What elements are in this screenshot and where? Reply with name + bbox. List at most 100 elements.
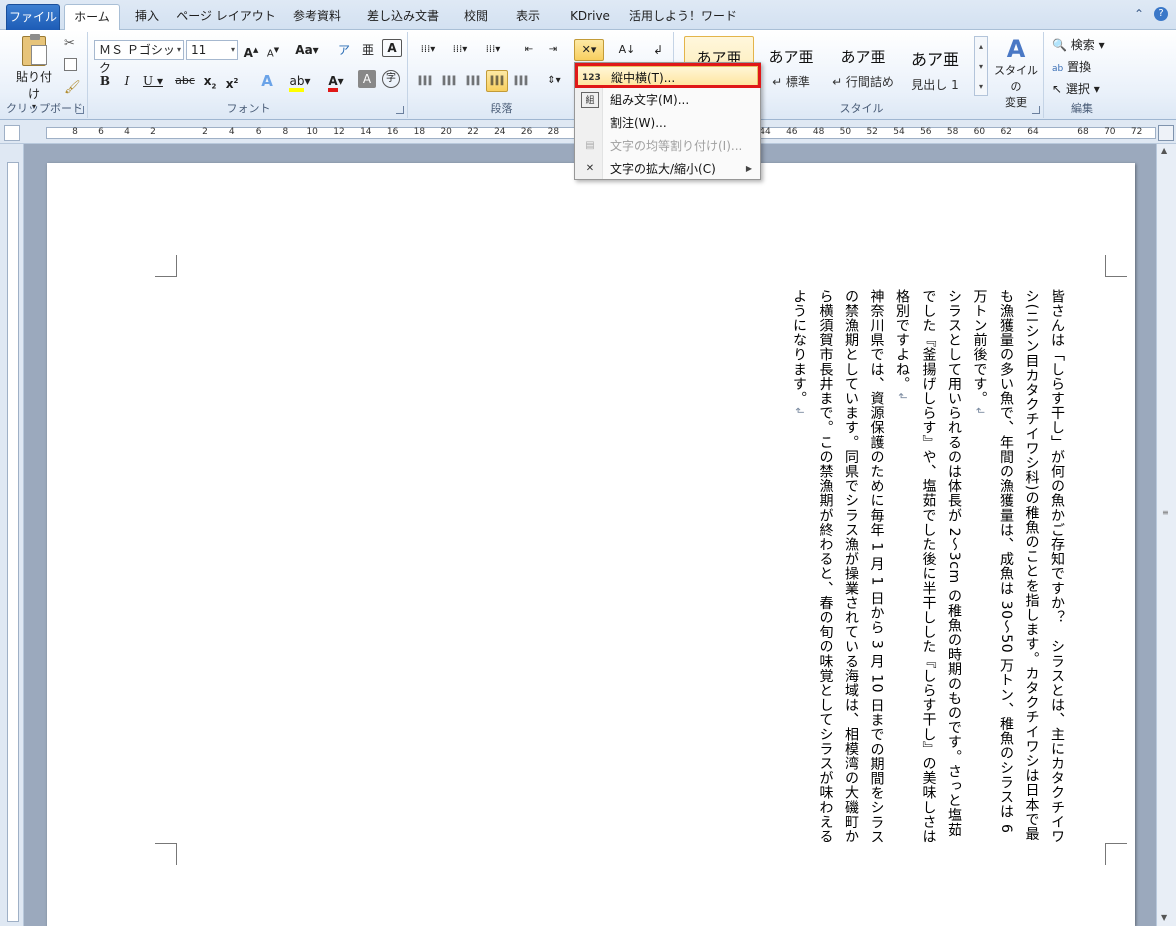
bullets-icon[interactable]: ⁞⁞⁞▾ <box>414 39 442 61</box>
align-center-icon[interactable]: ‖‖‖ <box>438 70 460 92</box>
text-effects-icon[interactable]: A <box>256 70 278 92</box>
scroll-thumb[interactable]: ≡ <box>1162 508 1169 517</box>
tab-mailings[interactable]: 差し込み文書 <box>360 4 446 30</box>
copy-icon[interactable] <box>64 58 77 71</box>
shrink-font-icon[interactable]: A▼ <box>264 39 282 61</box>
scroll-up-arrow-icon[interactable]: ▲ <box>1161 146 1167 155</box>
multilevel-list-icon[interactable]: ⁞⁞⁞▾ <box>478 39 508 61</box>
tab-insert[interactable]: 挿入 <box>126 4 168 30</box>
format-painter-icon[interactable]: 🖌 <box>64 80 81 95</box>
ruler-tab-selector[interactable] <box>4 125 20 141</box>
menu-item-label: 文字の拡大/縮小(C) <box>610 162 716 176</box>
paragraph: 神奈川県では、資源保護のために毎年 1 月 1 日から 3 月 10 日までの期… <box>786 289 889 849</box>
font-size-combo[interactable]: 11 ▾ <box>186 40 238 60</box>
underline-icon[interactable]: U ▾ <box>140 70 166 92</box>
superscript-icon[interactable]: x2 <box>222 70 242 92</box>
ruler-number: 56 <box>920 127 932 137</box>
enclose-character-icon[interactable]: 字 <box>382 70 400 88</box>
justify-icon[interactable]: ‖‖‖ <box>486 70 508 92</box>
ruler-number: 16 <box>386 127 399 137</box>
ruler-number: 68 <box>1077 127 1089 137</box>
numbering-icon[interactable]: ⁞⁞⁞▾ <box>446 39 474 61</box>
menu-item-kumimoji[interactable]: 組 組み文字(M)... <box>577 89 758 111</box>
ruler-number: 28 <box>547 127 560 137</box>
show-marks-icon[interactable]: ↲ <box>648 39 668 61</box>
sort-icon[interactable]: A↓ <box>616 39 638 61</box>
cut-icon[interactable]: ✂ <box>64 36 75 51</box>
menu-item-label: 組み文字(M)... <box>610 93 690 107</box>
paste-button[interactable]: 貼り付け ▾ <box>12 34 56 111</box>
ruler-number: 4 <box>228 127 235 137</box>
paste-icon <box>22 34 47 66</box>
styles-launcher[interactable] <box>1032 106 1040 114</box>
vertical-body-text[interactable]: 皆さんは「しらす干し」が何の魚かご存知ですか？ シラスとは、主にカタクチイワシ(… <box>786 289 1070 849</box>
menu-item-scale[interactable]: ✕ 文字の拡大/縮小(C) ▶ <box>577 158 758 180</box>
replace-label: 置換 <box>1067 60 1092 74</box>
tab-view[interactable]: 表示 <box>508 4 548 30</box>
highlight-icon[interactable]: ab▾ <box>286 70 314 92</box>
crop-mark-bottom-left <box>155 843 177 865</box>
phonetic-guide-icon[interactable]: 亜 <box>358 39 378 61</box>
font-name-combo[interactable]: ＭＳ Ｐゴシック ▾ <box>94 40 184 75</box>
style-item-no-spacing[interactable]: あア亜 ↵ 行間詰め <box>828 36 898 96</box>
kumimoji-icon: 組 <box>581 92 599 108</box>
replace-button[interactable]: ab 置換 <box>1052 58 1091 75</box>
increase-indent-icon[interactable]: ⇥ <box>542 39 564 61</box>
help-icon[interactable]: ? <box>1154 7 1168 21</box>
align-right-icon[interactable]: ‖‖‖ <box>462 70 484 92</box>
italic-icon[interactable]: I <box>118 70 136 92</box>
decrease-indent-icon[interactable]: ⇤ <box>518 39 540 61</box>
text-direction-icon[interactable]: ✕▾ <box>574 39 604 61</box>
font-size-value: 11 <box>191 43 207 57</box>
scroll-down-arrow-icon[interactable]: ▼ <box>1161 913 1167 922</box>
distributed-icon[interactable]: ‖‖‖ <box>510 70 532 92</box>
style-item-heading1[interactable]: あア亜 見出し 1 <box>900 36 970 96</box>
line-spacing-icon[interactable]: ⇕▾ <box>540 70 568 92</box>
menu-item-distribute[interactable]: ▤ 文字の均等割り付け(I)... <box>577 135 758 157</box>
find-button[interactable]: 🔍 検索 ▾ <box>1052 36 1105 53</box>
change-styles-button[interactable]: A スタイルの 変更 <box>990 36 1042 109</box>
font-group-label: フォント <box>226 102 271 115</box>
clear-format-icon[interactable]: ア <box>334 39 354 61</box>
tab-review[interactable]: 校閲 <box>456 4 496 30</box>
ruler-number: 52 <box>866 127 878 137</box>
vertical-scrollbar[interactable]: ▲ ≡ ▼ <box>1156 144 1176 926</box>
style-item-normal[interactable]: あア亜 ↵ 標準 <box>756 36 826 96</box>
tab-references[interactable]: 参考資料 <box>284 4 350 30</box>
tab-katsuyo-word[interactable]: 活用しよう！ワード <box>628 4 738 30</box>
vertical-ruler-strip[interactable] <box>7 162 19 922</box>
document-page[interactable]: 皆さんは「しらす干し」が何の魚かご存知ですか？ シラスとは、主にカタクチイワシ(… <box>47 163 1135 926</box>
tab-home[interactable]: ホーム <box>64 4 120 31</box>
submenu-arrow-icon: ▶ <box>745 164 752 173</box>
ruler-number: 2 <box>150 127 156 137</box>
select-icon: ↖ <box>1052 82 1063 96</box>
warichu-icon <box>581 115 599 131</box>
ruler-number: 54 <box>893 127 905 137</box>
styles-gallery-scroll[interactable]: ▴ ▾ ▾ <box>974 36 988 96</box>
select-button[interactable]: ↖ 選択 ▾ <box>1052 80 1100 97</box>
character-shading-icon[interactable]: A <box>358 70 376 88</box>
align-left-icon[interactable]: ‖‖‖ <box>414 70 436 92</box>
tab-page-layout[interactable]: ページ レイアウト <box>176 4 276 30</box>
ruler-number: 10 <box>306 127 318 137</box>
ruler-toggle-icon[interactable] <box>1158 125 1174 141</box>
strikethrough-icon[interactable]: abc <box>172 70 198 92</box>
ruler-number: 64 <box>1027 127 1039 137</box>
minimize-ribbon-icon[interactable]: ⌃ <box>1134 7 1144 21</box>
change-case-icon[interactable]: Aa▾ <box>294 39 320 61</box>
clipboard-launcher[interactable] <box>76 106 84 114</box>
grow-font-icon[interactable]: A▲ <box>242 39 260 61</box>
ruler-number: 62 <box>1000 127 1012 137</box>
bold-icon[interactable]: B <box>96 70 114 92</box>
tab-kdrive[interactable]: KDrive <box>560 4 620 30</box>
character-border-icon[interactable]: A <box>382 39 402 57</box>
subscript-icon[interactable]: x2 <box>200 70 220 92</box>
document-area: 皆さんは「しらす干し」が何の魚かご存知ですか？ シラスとは、主にカタクチイワシ(… <box>24 144 1156 926</box>
font-color-icon[interactable]: A▾ <box>322 70 350 92</box>
style-name: ↵ 標準 <box>772 75 810 89</box>
ruler-number: 2 <box>202 127 208 137</box>
paste-label: 貼り付け <box>15 70 52 101</box>
tab-file[interactable]: ファイル <box>6 4 60 30</box>
ruler-number: 6 <box>98 127 104 137</box>
menu-item-warichu[interactable]: 割注(W)... <box>577 112 758 134</box>
